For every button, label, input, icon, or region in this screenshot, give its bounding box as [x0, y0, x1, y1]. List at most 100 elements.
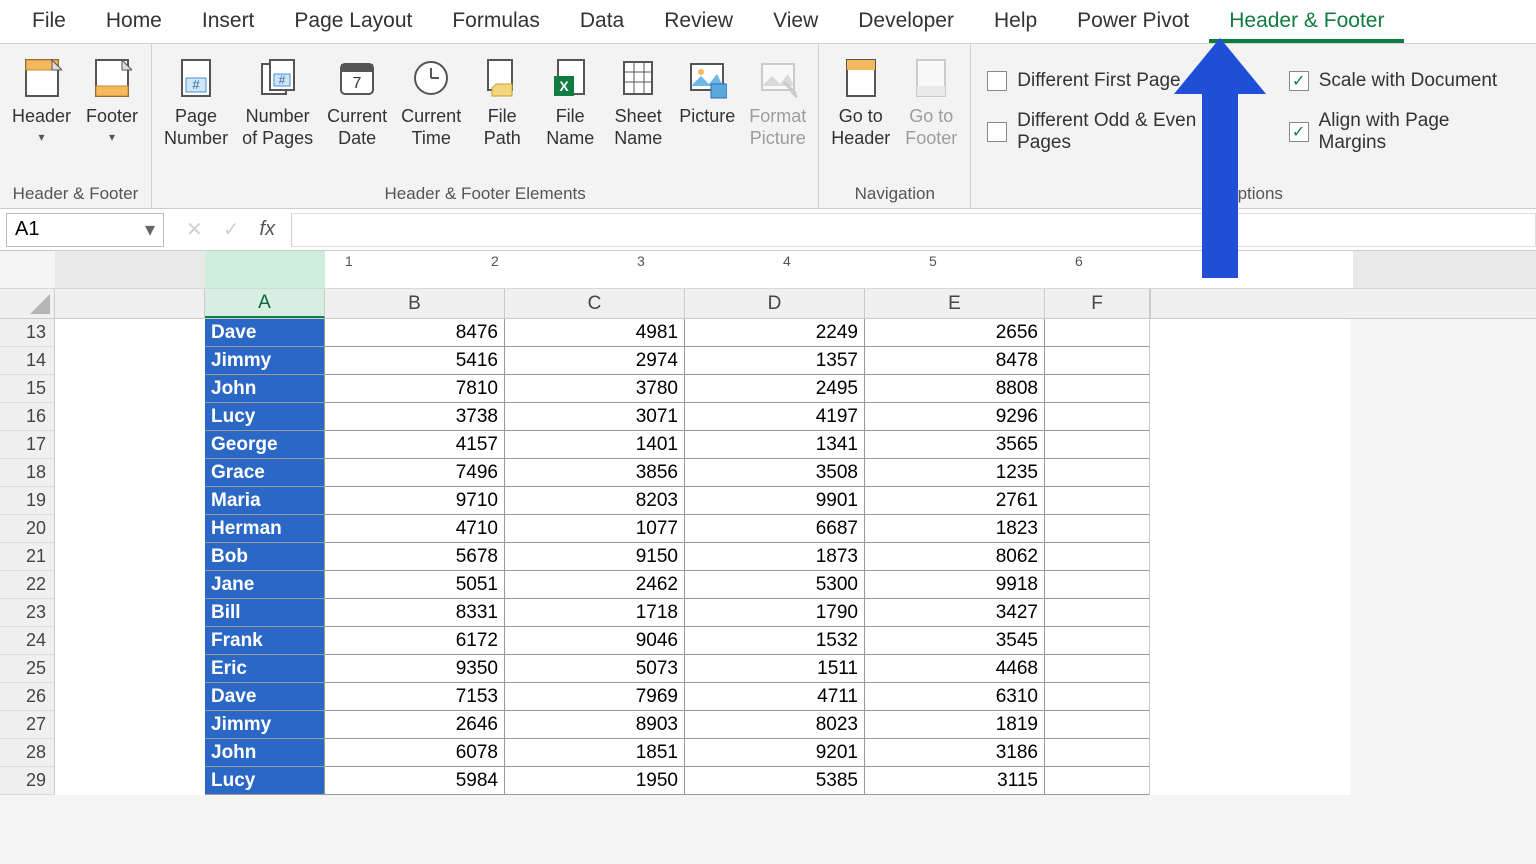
name-box[interactable]: A1 ▾: [6, 213, 164, 247]
spreadsheet-grid[interactable]: 13Dave847649812249265614Jimmy54162974135…: [0, 319, 1536, 795]
cell[interactable]: 8478: [865, 347, 1045, 375]
cell[interactable]: 2761: [865, 487, 1045, 515]
cell[interactable]: 7810: [325, 375, 505, 403]
col-header-C[interactable]: C: [505, 289, 685, 318]
formula-input[interactable]: [291, 213, 1536, 247]
cell[interactable]: Herman: [205, 515, 325, 543]
row-header[interactable]: 23: [0, 599, 55, 627]
header-button[interactable]: Header ▾: [8, 50, 75, 180]
cell[interactable]: 5073: [505, 655, 685, 683]
cell[interactable]: 7969: [505, 683, 685, 711]
cell[interactable]: John: [205, 739, 325, 767]
cell[interactable]: 1851: [505, 739, 685, 767]
row-header[interactable]: 14: [0, 347, 55, 375]
cell[interactable]: 7153: [325, 683, 505, 711]
cell[interactable]: 3186: [865, 739, 1045, 767]
cell[interactable]: Lucy: [205, 767, 325, 795]
cell[interactable]: 3780: [505, 375, 685, 403]
cell[interactable]: 4711: [685, 683, 865, 711]
cell[interactable]: 9296: [865, 403, 1045, 431]
cell[interactable]: 9046: [505, 627, 685, 655]
col-header-E[interactable]: E: [865, 289, 1045, 318]
footer-button[interactable]: Footer ▾: [81, 50, 143, 180]
cell[interactable]: 8203: [505, 487, 685, 515]
cell[interactable]: 1077: [505, 515, 685, 543]
col-header-B[interactable]: B: [325, 289, 505, 318]
cell[interactable]: [1045, 487, 1150, 515]
cell[interactable]: 3545: [865, 627, 1045, 655]
cell[interactable]: 1532: [685, 627, 865, 655]
cell[interactable]: Dave: [205, 319, 325, 347]
cell[interactable]: 1401: [505, 431, 685, 459]
cell[interactable]: 4710: [325, 515, 505, 543]
cell[interactable]: 6172: [325, 627, 505, 655]
tab-review[interactable]: Review: [644, 1, 753, 43]
cell[interactable]: 3508: [685, 459, 865, 487]
row-header[interactable]: 19: [0, 487, 55, 515]
cell[interactable]: [1045, 711, 1150, 739]
cell[interactable]: [1045, 515, 1150, 543]
tab-help[interactable]: Help: [974, 1, 1057, 43]
cell[interactable]: [1045, 655, 1150, 683]
cell[interactable]: 9710: [325, 487, 505, 515]
tab-formulas[interactable]: Formulas: [432, 1, 560, 43]
cell[interactable]: 1790: [685, 599, 865, 627]
cell[interactable]: [1045, 347, 1150, 375]
cell[interactable]: Dave: [205, 683, 325, 711]
cell[interactable]: [1045, 767, 1150, 795]
file-path-button[interactable]: File Path: [471, 50, 533, 180]
cell[interactable]: 5678: [325, 543, 505, 571]
cell[interactable]: Jimmy: [205, 711, 325, 739]
cell[interactable]: 8331: [325, 599, 505, 627]
cell[interactable]: 1357: [685, 347, 865, 375]
cell[interactable]: Grace: [205, 459, 325, 487]
cell[interactable]: [1045, 459, 1150, 487]
tab-home[interactable]: Home: [86, 1, 182, 43]
cell[interactable]: 1823: [865, 515, 1045, 543]
cell[interactable]: [1045, 431, 1150, 459]
cell[interactable]: 9350: [325, 655, 505, 683]
cell[interactable]: [1045, 319, 1150, 347]
picture-button[interactable]: Picture: [675, 50, 739, 180]
cell[interactable]: 1819: [865, 711, 1045, 739]
cell[interactable]: 4468: [865, 655, 1045, 683]
cell[interactable]: Eric: [205, 655, 325, 683]
row-header[interactable]: 25: [0, 655, 55, 683]
cell[interactable]: 3856: [505, 459, 685, 487]
cell[interactable]: 2646: [325, 711, 505, 739]
cell[interactable]: 5300: [685, 571, 865, 599]
col-header-F[interactable]: F: [1045, 289, 1150, 318]
fx-icon[interactable]: fx: [260, 218, 276, 241]
cell[interactable]: 3738: [325, 403, 505, 431]
cell[interactable]: Jimmy: [205, 347, 325, 375]
cell[interactable]: [1045, 683, 1150, 711]
cell[interactable]: Lucy: [205, 403, 325, 431]
cell[interactable]: Jane: [205, 571, 325, 599]
cell[interactable]: 8808: [865, 375, 1045, 403]
cell[interactable]: 5385: [685, 767, 865, 795]
cell[interactable]: 6078: [325, 739, 505, 767]
cell[interactable]: [1045, 571, 1150, 599]
row-header[interactable]: 18: [0, 459, 55, 487]
cell[interactable]: 1873: [685, 543, 865, 571]
cell[interactable]: 9901: [685, 487, 865, 515]
col-header-A[interactable]: A: [205, 289, 325, 318]
cell[interactable]: [1045, 739, 1150, 767]
goto-header-button[interactable]: Go to Header: [827, 50, 894, 180]
file-name-button[interactable]: X File Name: [539, 50, 601, 180]
row-header[interactable]: 26: [0, 683, 55, 711]
row-header[interactable]: 27: [0, 711, 55, 739]
cell[interactable]: 1235: [865, 459, 1045, 487]
cell[interactable]: 3071: [505, 403, 685, 431]
cell[interactable]: 7496: [325, 459, 505, 487]
cell[interactable]: 1341: [685, 431, 865, 459]
cell[interactable]: 6687: [685, 515, 865, 543]
page-number-button[interactable]: # Page Number: [160, 50, 232, 180]
col-header-D[interactable]: D: [685, 289, 865, 318]
cell[interactable]: 4197: [685, 403, 865, 431]
cell[interactable]: Maria: [205, 487, 325, 515]
cell[interactable]: Bob: [205, 543, 325, 571]
align-checkbox[interactable]: ✓ Align with Page Margins: [1281, 104, 1528, 160]
cell[interactable]: John: [205, 375, 325, 403]
tab-power-pivot[interactable]: Power Pivot: [1057, 1, 1209, 43]
